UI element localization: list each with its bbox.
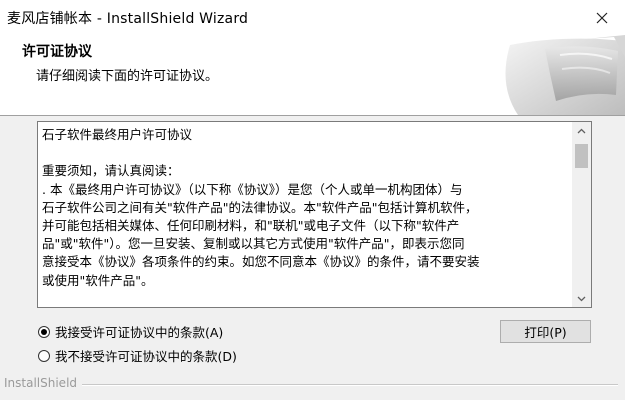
license-line: 意接受本《协议》各项条件的约束。如您不同意本《协议》的条件，请不要安装	[42, 254, 480, 270]
chevron-down-icon	[577, 296, 586, 301]
decline-option[interactable]: 我不接受许可证协议中的条款(D)	[38, 346, 237, 365]
window-title: 麦风店铺帐本 - InstallShield Wizard	[7, 11, 249, 27]
decline-radio[interactable]	[38, 349, 50, 362]
header-panel: 许可证协议 请仔细阅读下面的许可证协议。	[0, 35, 625, 116]
close-icon	[596, 12, 608, 23]
installshield-brand: InstallShield	[4, 376, 78, 390]
accept-label: 我接受许可证协议中的条款(A)	[55, 325, 224, 340]
print-button[interactable]: 打印(P)	[500, 320, 591, 343]
license-textbox[interactable]: 石子软件最终用户许可协议 重要须知，请认真阅读： . 本《最终用户许可协议》（以…	[37, 121, 592, 308]
scroll-thumb[interactable]	[575, 144, 588, 168]
license-text: 石子软件最终用户许可协议 重要须知，请认真阅读： . 本《最终用户许可协议》（以…	[42, 126, 570, 290]
page-title: 许可证协议	[22, 44, 92, 60]
footer-divider	[82, 384, 618, 386]
scroll-up-button[interactable]	[572, 122, 591, 139]
license-line: 并可能包括相关媒体、任何印刷材料，和"联机"或电子文件（以下称"软件产	[42, 217, 460, 233]
license-line: 石子软件最终用户许可协议	[42, 127, 193, 142]
license-line: 重要须知，请认真阅读：	[42, 163, 180, 179]
license-line	[42, 144, 570, 162]
chevron-up-icon	[577, 128, 586, 133]
title-bar: 麦风店铺帐本 - InstallShield Wizard	[0, 0, 625, 35]
license-line: 品"或"软件"）。您一旦安装、复制或以其它方式使用"软件产品"，即表示您同	[42, 236, 465, 252]
license-line: 石子软件公司之间有关"软件产品"的法律协议。本"软件产品"包括计算机软件，	[42, 199, 478, 215]
accept-radio[interactable]	[38, 325, 50, 338]
installshield-graphic-icon	[490, 35, 625, 115]
close-button[interactable]	[579, 0, 625, 35]
page-subtitle: 请仔细阅读下面的许可证协议。	[36, 69, 219, 84]
scroll-down-button[interactable]	[572, 290, 591, 307]
vertical-scrollbar[interactable]	[572, 122, 591, 307]
accept-option[interactable]: 我接受许可证协议中的条款(A)	[38, 322, 223, 341]
decline-label: 我不接受许可证协议中的条款(D)	[55, 349, 237, 364]
license-line: . 本《最终用户许可协议》（以下称《协议》）是您（个人或单一机构团体）与	[42, 181, 463, 197]
license-line: 或使用"软件产品"。	[42, 272, 154, 288]
